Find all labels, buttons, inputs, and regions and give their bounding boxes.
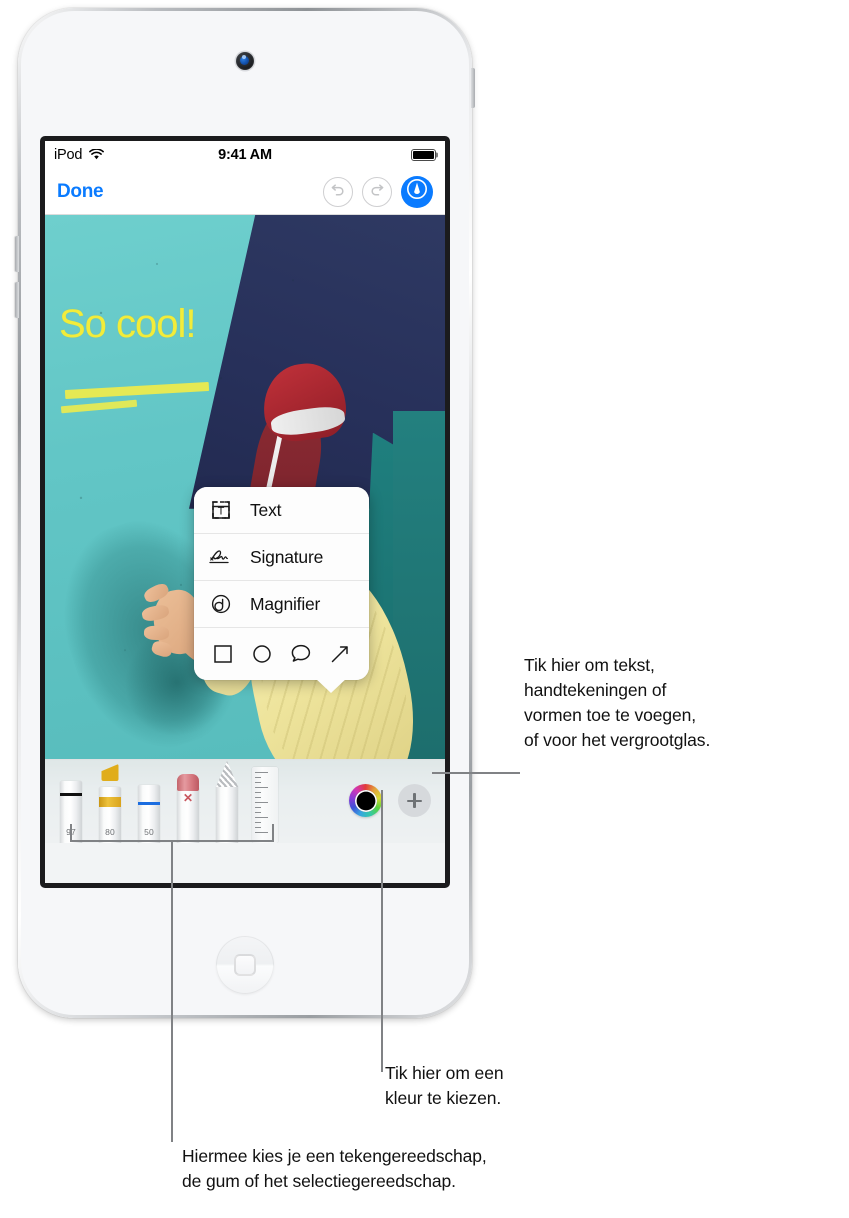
callout-line: handtekeningen of (524, 679, 667, 700)
markup-nav-bar: Done (45, 169, 445, 215)
markup-pen-icon (406, 178, 428, 205)
power-button[interactable] (471, 68, 475, 108)
popup-item-label: Magnifier (250, 593, 321, 614)
leader-line-color (381, 790, 383, 1072)
status-time-label: 9:41 AM (218, 147, 272, 163)
magnifier-icon (206, 592, 236, 616)
home-button[interactable] (216, 936, 274, 994)
callout-line: kleur te kiezen. (385, 1087, 502, 1108)
battery-full-icon (411, 149, 436, 161)
callout-line: Tik hier om een (385, 1063, 504, 1083)
popup-item-label: Text (250, 499, 282, 520)
volume-down-button[interactable] (15, 282, 19, 318)
callout-line: Hiermee kies je een tekengereedschap, (182, 1146, 487, 1166)
callout-line: Tik hier om tekst, (524, 655, 655, 675)
popup-item-signature[interactable]: Signature (194, 534, 369, 581)
selected-color-swatch (354, 789, 377, 812)
done-button[interactable]: Done (57, 181, 104, 203)
text-box-icon: T (206, 498, 236, 522)
toolbar-bottom-strip (45, 843, 445, 883)
leader-line-tools (171, 840, 173, 1142)
plus-icon (398, 784, 431, 817)
home-button-square-icon (234, 954, 256, 976)
callout-line: vormen toe te voegen, (524, 704, 697, 725)
undo-icon (330, 182, 346, 201)
callout-line: de gum of het selectiegereedschap. (182, 1170, 456, 1191)
photo-annotation-text: So cool! (59, 302, 197, 347)
device-screen: iPod 9:41 AM Done So cool! T Text Signat… (40, 136, 450, 888)
redo-icon (369, 182, 385, 201)
redo-button[interactable] (362, 176, 392, 207)
popup-item-label: Signature (250, 546, 324, 567)
eraser-x-icon: ✕ (182, 791, 194, 805)
front-camera-icon (236, 52, 254, 70)
popup-item-text[interactable]: T Text (194, 487, 369, 534)
ipod-touch-device: iPod 9:41 AM Done So cool! T Text Signat… (15, 8, 475, 1018)
callout-drawing-tools: Hiermee kies je een tekengereedschap, de… (172, 1144, 732, 1194)
leader-line-add (432, 772, 520, 774)
add-annotation-popup-menu: T Text Signature Magnifier (194, 487, 369, 693)
undo-button[interactable] (323, 176, 353, 207)
markup-toggle-button[interactable] (401, 175, 433, 208)
status-carrier-label: iPod (54, 147, 83, 163)
callout-color-picker: Tik hier om een kleur te kiezen. (371, 1061, 631, 1111)
popup-item-magnifier[interactable]: Magnifier (194, 581, 369, 628)
square-shape-icon[interactable] (206, 637, 240, 671)
status-bar: iPod 9:41 AM (45, 141, 445, 169)
popup-shapes-row (194, 628, 369, 680)
volume-up-button[interactable] (15, 236, 19, 272)
arrow-shape-icon[interactable] (323, 637, 357, 671)
photo-canvas[interactable]: So cool! T Text Signature Magnifier (45, 215, 445, 759)
wifi-icon (89, 147, 105, 163)
circle-shape-icon[interactable] (245, 637, 279, 671)
callout-line: of voor het vergrootglas. (524, 729, 711, 750)
callout-add-annotations: Tik hier om tekst, handtekeningen of vor… (524, 653, 842, 752)
signature-icon (206, 546, 236, 568)
color-wheel[interactable] (349, 784, 382, 817)
speech-bubble-shape-icon[interactable] (284, 637, 318, 671)
svg-text:T: T (218, 506, 225, 518)
add-annotation-button[interactable] (398, 784, 431, 817)
